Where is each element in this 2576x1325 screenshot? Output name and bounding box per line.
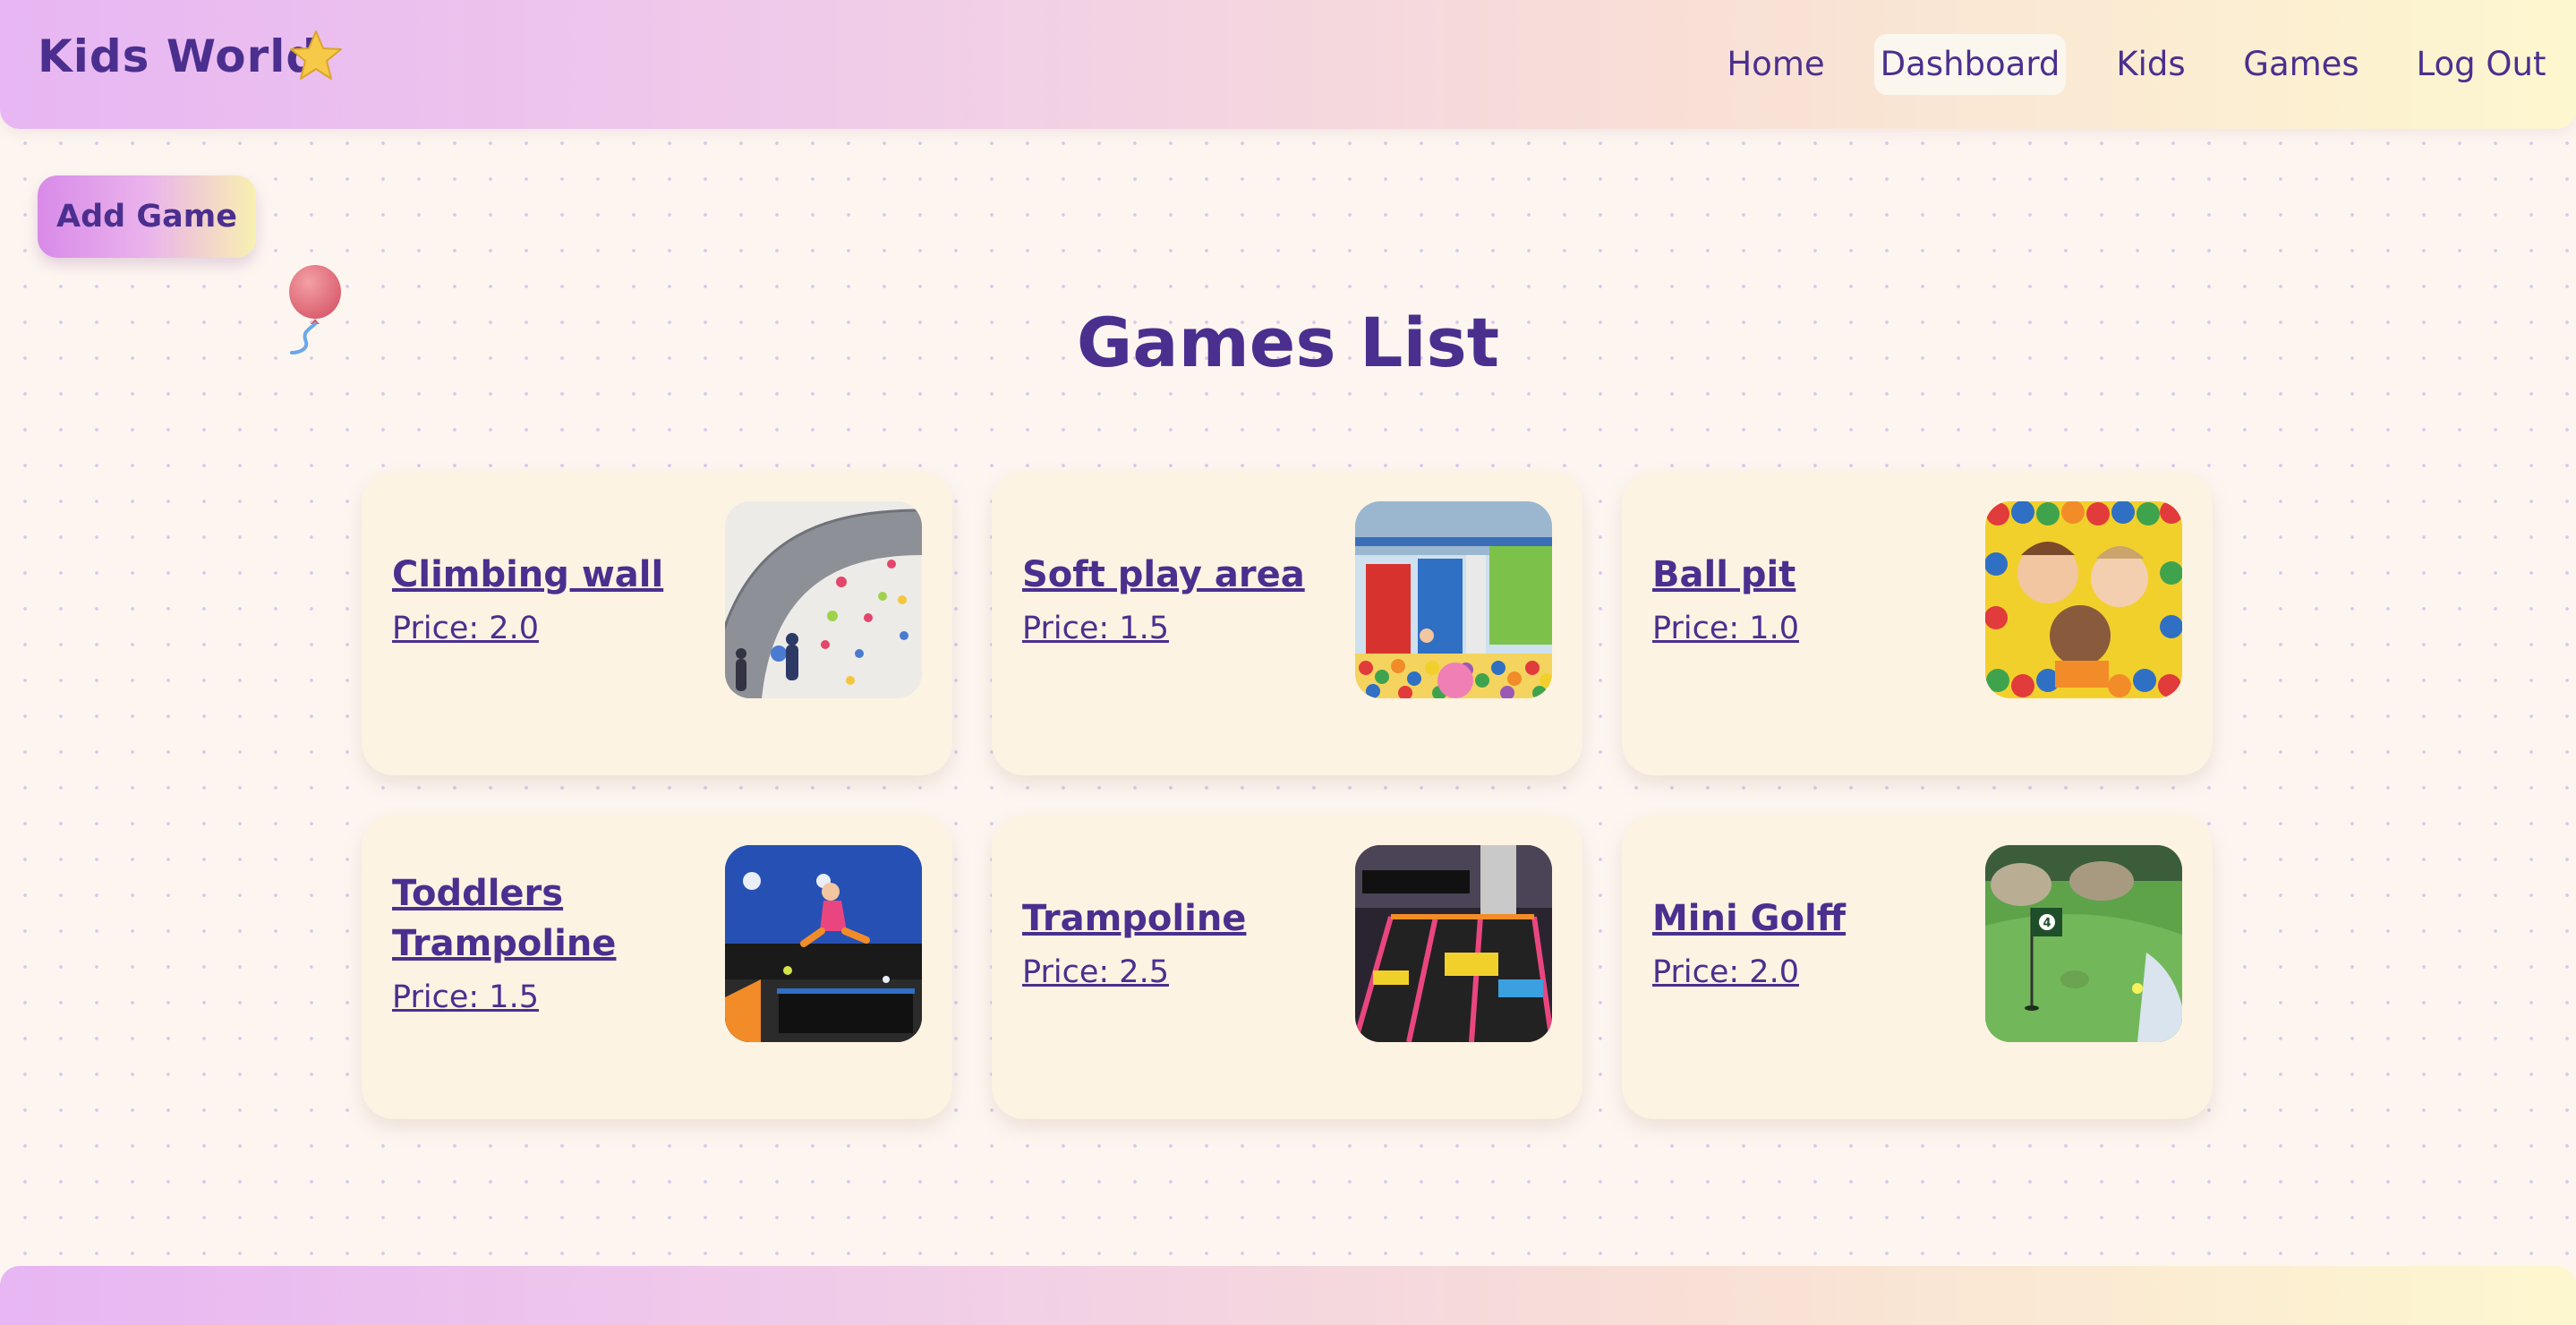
star-icon	[290, 30, 342, 80]
ball-pit-photo	[1985, 501, 2182, 698]
game-name-link[interactable]: Soft play area	[1022, 550, 1326, 600]
game-price[interactable]: Price: 2.0	[392, 611, 539, 646]
footer-bar	[0, 1266, 2576, 1325]
game-card[interactable]: Soft play area Price: 1.5	[992, 471, 1582, 775]
game-name-link[interactable]: Climbing wall	[392, 550, 696, 600]
game-name-link[interactable]: Ball pit	[1652, 550, 1957, 600]
trampoline-photo	[1355, 845, 1552, 1042]
brand-title[interactable]: Kids World	[38, 30, 319, 82]
nav-games[interactable]: Games	[2236, 34, 2367, 95]
game-card[interactable]: Trampoline Price: 2.5	[992, 815, 1582, 1119]
toddlers-trampoline-photo	[725, 845, 922, 1042]
game-price[interactable]: Price: 1.5	[392, 979, 539, 1015]
soft-play-area-photo	[1355, 501, 1552, 698]
page-title: Games List	[1076, 303, 1500, 382]
mini-golf-photo: 4	[1985, 845, 2182, 1042]
nav-home[interactable]: Home	[1717, 34, 1835, 95]
add-game-button[interactable]: Add Game	[38, 175, 256, 258]
svg-text:4: 4	[2043, 917, 2051, 930]
game-price[interactable]: Price: 1.5	[1022, 611, 1169, 646]
game-card[interactable]: Toddlers Trampoline Price: 1.5	[362, 815, 952, 1119]
game-price[interactable]: Price: 2.0	[1652, 954, 1799, 990]
nav-kids[interactable]: Kids	[2109, 34, 2193, 95]
game-card[interactable]: Mini Golff Price: 2.0 4	[1622, 815, 2213, 1119]
game-price[interactable]: Price: 1.0	[1652, 611, 1799, 646]
game-name-link[interactable]: Mini Golff	[1652, 893, 1957, 944]
game-card[interactable]: Climbing wall Price: 2.0	[362, 471, 952, 775]
game-price[interactable]: Price: 2.5	[1022, 954, 1169, 990]
nav-log-out[interactable]: Log Out	[2410, 34, 2553, 95]
game-name-link[interactable]: Trampoline	[1022, 893, 1326, 944]
climbing-wall-photo	[725, 501, 922, 698]
game-card[interactable]: Ball pit Price: 1.0	[1622, 471, 2213, 775]
game-name-link[interactable]: Toddlers Trampoline	[392, 868, 696, 969]
top-navbar: Kids World Home Dashboard Kids Games Log…	[0, 0, 2576, 129]
nav-dashboard[interactable]: Dashboard	[1874, 34, 2066, 95]
